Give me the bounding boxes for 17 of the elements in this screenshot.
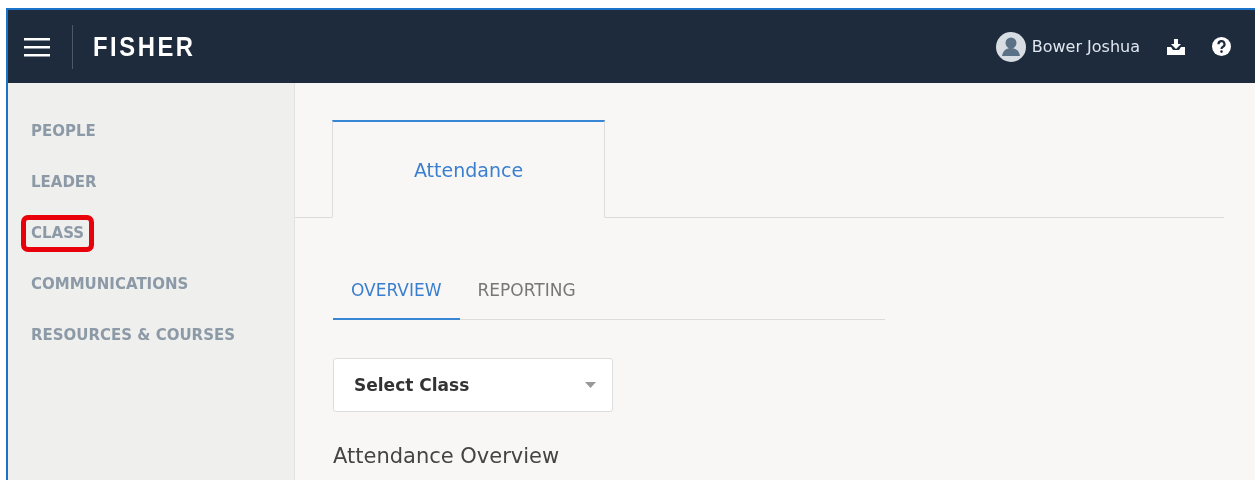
- download-icon[interactable]: [1166, 37, 1186, 56]
- caret-icon: [585, 382, 596, 388]
- sidebar-item[interactable]: PEOPLE: [21, 113, 106, 150]
- logo[interactable]: FISHER: [93, 30, 196, 63]
- avatar-icon: [995, 31, 1026, 62]
- sidebar-item[interactable]: COMMUNICATIONS: [21, 266, 199, 303]
- sidebar-item[interactable]: RESOURCES & COURSES: [21, 317, 245, 354]
- help-icon[interactable]: [1212, 37, 1231, 56]
- sidebar-item[interactable]: LEADER: [21, 164, 107, 201]
- tab[interactable]: Attendance: [332, 120, 605, 218]
- menu-icon[interactable]: [24, 36, 50, 57]
- class-dropdown[interactable]: Select Class: [333, 358, 613, 412]
- section-title: Attendance Overview: [333, 444, 561, 468]
- sub-tab[interactable]: OVERVIEW: [333, 272, 460, 320]
- user-menu[interactable]: Bower Joshua: [995, 31, 1140, 62]
- sub-tab[interactable]: REPORTING: [459, 272, 594, 320]
- sidebar-item[interactable]: CLASS: [21, 215, 95, 252]
